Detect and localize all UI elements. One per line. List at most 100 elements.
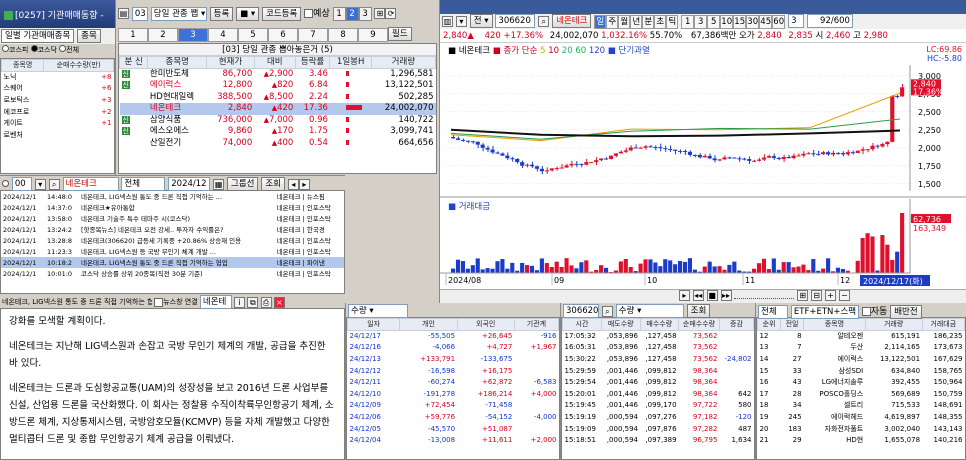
institution-row[interactable]: 에코프로 +2 — [2, 106, 114, 118]
stock-code-input[interactable]: 306620 — [495, 14, 536, 28]
institution-row[interactable]: 로벤처 — [2, 129, 114, 141]
news-item[interactable]: 2024/12/1 13:24:2 [핫종목뉴스] 네온테크 오전 강세.. 투자자… — [1, 224, 344, 235]
news-stock-input[interactable]: 네온테크 — [62, 177, 119, 191]
price-chart[interactable]: ■ 네온테크 ■ 종가 단순 5 10 20 60 120 ■ 단기과열 LC:6… — [440, 43, 966, 289]
watchlist-row[interactable]: HD현대일렉 388,500 ▲8,500 2.24 502,285 — [120, 92, 436, 104]
table-row[interactable]: 17 28 POSCO홀딩스 569,689 150,759 — [758, 388, 965, 400]
table-row[interactable]: 15:19:09 ,000,594 ,097,876 97,282 487 — [563, 423, 754, 435]
pause-icon[interactable]: ■ — [706, 290, 718, 301]
table-row[interactable]: 15:29:59 ,001,446 ,099,812 98,364 — [563, 365, 754, 377]
group-select-button[interactable]: 그룹선 — [227, 177, 259, 191]
watchlist-row[interactable]: 신 삼양식품 736,000 ▲7,000 0.96 140,722 — [120, 115, 436, 127]
auto-checkbox[interactable] — [861, 307, 871, 316]
tool-icon[interactable]: ⊞ — [797, 290, 809, 301]
register-button[interactable]: 등록 — [209, 6, 234, 21]
news-item[interactable]: 2024/12/1 10:18:2 네온테크, LIG넥스원 통도 중 드론 직접 … — [1, 257, 344, 268]
prev-icon[interactable]: ◂ — [287, 178, 299, 190]
news-item[interactable]: 2024/12/1 14:48:0 네온테크, LIG넥스원 통도 중 드론 직접 … — [1, 191, 344, 202]
group-icon[interactable]: ▤ — [118, 8, 129, 19]
table-row[interactable]: 24/12/11 -60,274 +62,872 -6,583 — [348, 377, 559, 389]
news-link-input[interactable]: 네온테 — [199, 295, 232, 309]
table-row[interactable]: 15:30:22 ,053,896 ,127,458 73,562 -24,802 — [563, 354, 754, 366]
table-row[interactable]: 15:20:01 ,001,446 ,099,812 98,364 642 — [563, 388, 754, 400]
table-row[interactable]: 15 33 삼성SDI 634,840 158,765 — [758, 365, 965, 377]
tab-stock[interactable]: 종목 — [77, 29, 101, 43]
field-button[interactable]: 필드 — [388, 27, 412, 41]
news-date-input[interactable]: 2024/12 — [168, 177, 211, 191]
table-row[interactable]: 15:19:19 ,000,594 ,097,276 97,182 -120 — [563, 412, 754, 424]
interval-30[interactable]: 30 — [746, 14, 760, 29]
interval-5[interactable]: 5 — [707, 14, 721, 29]
scroll-first-icon[interactable]: ◂◂ — [692, 290, 704, 301]
zoom-slider[interactable] — [734, 293, 795, 299]
calendar-icon[interactable]: ▦ — [213, 178, 225, 190]
tool2-icon[interactable]: ⊟ — [811, 290, 823, 301]
table-row[interactable]: 14 27 에이럭스 13,122,501 167,629 — [758, 354, 965, 366]
list-tab-1[interactable]: 1 — [118, 27, 148, 42]
group-number[interactable]: 03 — [131, 6, 148, 21]
list-tab-2[interactable]: 2 — [148, 27, 178, 42]
scroll-left-icon[interactable]: ▸ — [678, 290, 690, 301]
table-row[interactable]: 20 183 자화전자풀트 3,002,040 143,143 — [758, 423, 965, 435]
watchlist-row[interactable]: 산일전기 74,000 ▲400 0.54 664,656 — [120, 138, 436, 150]
list-tab-7[interactable]: 7 — [298, 27, 328, 42]
close-icon[interactable]: × — [273, 296, 285, 308]
institution-row[interactable]: 로보틱스 +3 — [2, 95, 114, 107]
institution-row[interactable]: 노닉 +8 — [2, 72, 114, 84]
table-row[interactable]: 15:19:45 ,001,446 ,099,170 97,722 580 — [563, 400, 754, 412]
table-row[interactable]: 24/12/05 -45,570 +51,087 — [348, 423, 559, 435]
news-item[interactable]: 2024/12/1 11:23:3 네온테크, LIG넥스원 등 국방 무인기 체계… — [1, 246, 344, 257]
exec-filter-select[interactable]: 수량 ▾ — [615, 304, 684, 318]
stock-name-button[interactable]: 네온테크 — [552, 14, 592, 28]
news-item[interactable]: 2024/12/1 14:37:0 네온테크★유아통합 네온테크 | 인포스탁 — [1, 202, 344, 213]
print-icon[interactable]: ⎙ — [260, 296, 272, 308]
table-row[interactable]: 18 34 셀트리 715,533 148,691 — [758, 400, 965, 412]
info-icon[interactable]: i — [234, 296, 246, 308]
table-row[interactable]: 24/12/16 -4,066 +4,727 +1,967 — [348, 342, 559, 354]
institution-row[interactable]: 스퀘어 +6 — [2, 83, 114, 95]
tab-daily-institution[interactable]: 일별 기관매매종목 — [1, 29, 75, 43]
rank-etf-select[interactable]: ETF+ETN+스팩 — [790, 304, 859, 319]
interval-3[interactable]: 3 — [694, 14, 708, 29]
news-query-button[interactable]: 조회 — [261, 177, 285, 191]
table-row[interactable]: 17:05:32 ,053,896 ,127,458 73,562 — [563, 331, 754, 343]
table-row[interactable]: 24/12/12 -16,598 +16,175 — [348, 365, 559, 377]
table-row[interactable]: 21 29 HD현 1,655,078 140,216 — [758, 435, 965, 447]
rank-search-button[interactable]: 배반전 — [890, 304, 922, 319]
institution-row[interactable]: 게이트 +1 — [2, 118, 114, 130]
table-row[interactable]: 12 8 알테오젠 615,191 186,235 — [758, 331, 965, 343]
table-row[interactable]: 24/12/10 -191,278 +186,214 +4,000 — [348, 388, 559, 400]
news-item[interactable]: 2024/12/1 13:28:8 네온테크(306620) 급등세 기록중 +20… — [1, 235, 344, 246]
period-mode-5[interactable]: 초 — [654, 14, 667, 29]
period-select[interactable]: 00 — [11, 177, 32, 191]
news-link-checkbox[interactable] — [154, 297, 164, 307]
table-row[interactable]: 24/12/17 -55,505 +26,645 -916 — [348, 331, 559, 343]
radio-kospi-icon[interactable] — [2, 45, 9, 52]
period-mode-6[interactable]: 틱 — [666, 14, 679, 29]
table-row[interactable]: 24/12/09 +72,454 -71,458 — [348, 400, 559, 412]
table-row[interactable]: 24/12/04 -13,008 +11,611 +2,000 — [348, 435, 559, 447]
list-tab-3[interactable]: 3 — [178, 27, 208, 42]
table-row[interactable]: 24/12/06 +59,776 -54,152 -4,000 — [348, 412, 559, 424]
refresh-icon[interactable]: ⟳ — [385, 8, 397, 19]
table-row[interactable]: 13 7 두산 2,114,165 173,673 — [758, 342, 965, 354]
list-tab-4[interactable]: 4 — [208, 27, 238, 42]
interval-45[interactable]: 45 — [759, 14, 773, 29]
rank-market-select[interactable]: 전체 — [758, 304, 788, 319]
forecast-checkbox[interactable] — [304, 9, 314, 18]
news-item[interactable]: 2024/12/1 13:58:0 네온테크 기술주 특수 테마주 시(코스닥) 네온… — [1, 213, 344, 224]
list-tab-6[interactable]: 6 — [268, 27, 298, 42]
radio-period-icon[interactable] — [2, 179, 9, 187]
interval-1[interactable]: 1 — [681, 14, 695, 29]
list-tab-8[interactable]: 8 — [328, 27, 358, 42]
news-category-select[interactable]: 전체 — [121, 177, 166, 191]
table-row[interactable]: 15:29:54 ,001,446 ,099,812 98,364 — [563, 377, 754, 389]
period-mode-0[interactable]: 일 — [594, 14, 607, 29]
scroll-last-icon[interactable]: ▸▸ — [720, 290, 732, 301]
list-tab-9[interactable]: 9 — [358, 27, 388, 42]
table-row[interactable]: 24/12/13 +133,791 -133,675 — [348, 354, 559, 366]
zoom-in-icon[interactable]: + — [825, 290, 836, 301]
dropdown-icon[interactable]: ▾ — [455, 15, 467, 27]
zoom-out-icon[interactable]: − — [838, 290, 850, 301]
chart-type-icon[interactable]: ▥ — [442, 15, 453, 27]
